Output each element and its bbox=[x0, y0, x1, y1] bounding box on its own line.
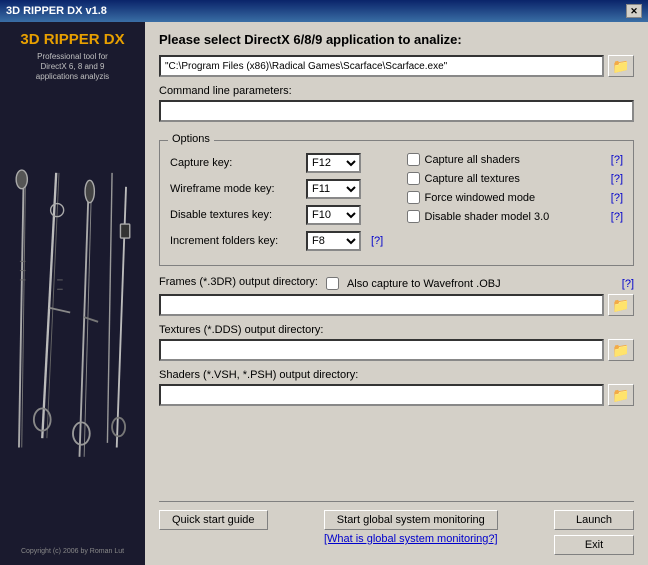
what-is-global-link[interactable]: [What is global system monitoring?] bbox=[324, 533, 498, 545]
force-windowed-row: Force windowed mode [?] bbox=[407, 191, 624, 204]
capture-key-label: Capture key: bbox=[170, 157, 300, 169]
wavefront-help[interactable]: [?] bbox=[622, 278, 634, 290]
title-bar-buttons: ✕ bbox=[626, 4, 642, 18]
disable-tex-key-select[interactable]: F10F8F9F11F12 bbox=[306, 205, 361, 225]
shaders-dir-section: Shaders (*.VSH, *.PSH) output directory:… bbox=[159, 369, 634, 406]
main-title: Please select DirectX 6/8/9 application … bbox=[159, 32, 634, 47]
right-panel: Please select DirectX 6/8/9 application … bbox=[145, 22, 648, 565]
bottom-right: Launch Exit bbox=[554, 510, 634, 555]
frames-dir-input[interactable] bbox=[159, 294, 604, 316]
frames-dir-label: Frames (*.3DR) output directory: bbox=[159, 276, 318, 288]
quick-start-button[interactable]: Quick start guide bbox=[159, 510, 268, 530]
wireframe-key-row: Wireframe mode key: F11F8F9F10F12 bbox=[170, 179, 387, 199]
bottom-bar: Quick start guide Start global system mo… bbox=[159, 501, 634, 555]
capture-shaders-help[interactable]: [?] bbox=[611, 154, 623, 166]
incr-folders-help-link[interactable]: [?] bbox=[371, 235, 383, 247]
options-checkboxes: Capture all shaders [?] Capture all text… bbox=[407, 153, 624, 257]
cmd-section: Command line parameters: bbox=[159, 85, 634, 130]
textures-dir-section: Textures (*.DDS) output directory: 📁 bbox=[159, 324, 634, 361]
capture-all-shaders-row: Capture all shaders [?] bbox=[407, 153, 624, 166]
capture-all-textures-row: Capture all textures [?] bbox=[407, 172, 624, 185]
force-windowed-help[interactable]: [?] bbox=[611, 192, 623, 204]
logo-area: 3D RIPPER DX Professional tool forDirect… bbox=[20, 32, 124, 83]
cmd-input[interactable] bbox=[159, 100, 634, 122]
close-button[interactable]: ✕ bbox=[626, 4, 642, 18]
capture-all-textures-checkbox[interactable] bbox=[407, 172, 420, 185]
options-inner: Capture key: F12F8F9F10F11 Wireframe mod… bbox=[170, 153, 623, 257]
app-path-input[interactable] bbox=[159, 55, 604, 77]
textures-dir-input-row: 📁 bbox=[159, 339, 634, 361]
global-monitor-button[interactable]: Start global system monitoring bbox=[324, 510, 498, 530]
textures-dir-label: Textures (*.DDS) output directory: bbox=[159, 324, 634, 336]
frames-dir-section: Frames (*.3DR) output directory: Also ca… bbox=[159, 276, 634, 316]
incr-folders-key-label: Increment folders key: bbox=[170, 235, 300, 247]
capture-all-shaders-label: Capture all shaders bbox=[425, 154, 520, 166]
textures-dir-input[interactable] bbox=[159, 339, 604, 361]
capture-all-textures-label: Capture all textures bbox=[425, 173, 520, 185]
cmd-label: Command line parameters: bbox=[159, 85, 634, 97]
disable-shader-model-label: Disable shader model 3.0 bbox=[425, 211, 550, 223]
disable-shader-model-checkbox[interactable] bbox=[407, 210, 420, 223]
capture-textures-help[interactable]: [?] bbox=[611, 173, 623, 185]
incr-folders-key-row: Increment folders key: F8F9F10F11F12 [?] bbox=[170, 231, 387, 251]
capture-key-select[interactable]: F12F8F9F10F11 bbox=[306, 153, 361, 173]
disable-shader-help[interactable]: [?] bbox=[611, 211, 623, 223]
shaders-dir-browse-button[interactable]: 📁 bbox=[608, 384, 634, 406]
capture-all-shaders-checkbox[interactable] bbox=[407, 153, 420, 166]
exit-button[interactable]: Exit bbox=[554, 535, 634, 555]
decorative-tools bbox=[5, 91, 140, 543]
tools-svg bbox=[5, 91, 140, 543]
app-path-row: 📁 bbox=[159, 55, 634, 77]
cmd-input-row bbox=[159, 100, 634, 122]
wireframe-key-label: Wireframe mode key: bbox=[170, 183, 300, 195]
incr-folders-key-select[interactable]: F8F9F10F11F12 bbox=[306, 231, 361, 251]
shaders-dir-input[interactable] bbox=[159, 384, 604, 406]
title-bar: 3D RIPPER DX v1.8 ✕ bbox=[0, 0, 648, 22]
wireframe-key-select[interactable]: F11F8F9F10F12 bbox=[306, 179, 361, 199]
bottom-center: Start global system monitoring [What is … bbox=[324, 510, 498, 545]
shaders-dir-input-row: 📁 bbox=[159, 384, 634, 406]
options-group: Options Capture key: F12F8F9F10F11 Wiref… bbox=[159, 140, 634, 266]
options-legend: Options bbox=[168, 133, 214, 145]
disable-tex-key-row: Disable textures key: F10F8F9F11F12 bbox=[170, 205, 387, 225]
disable-shader-model-row: Disable shader model 3.0 [?] bbox=[407, 210, 624, 223]
disable-tex-key-label: Disable textures key: bbox=[170, 209, 300, 221]
copyright-text: Copyright (c) 2006 by Roman Lut bbox=[21, 548, 124, 555]
logo-subtitle: Professional tool forDirectX 6, 8 and 9a… bbox=[20, 52, 124, 83]
frames-dir-input-row: 📁 bbox=[159, 294, 634, 316]
main-window: 3D RIPPER DX Professional tool forDirect… bbox=[0, 22, 648, 565]
force-windowed-label: Force windowed mode bbox=[425, 192, 536, 204]
also-capture-wavefront-label: Also capture to Wavefront .OBJ bbox=[347, 278, 501, 290]
app-path-browse-button[interactable]: 📁 bbox=[608, 55, 634, 77]
force-windowed-checkbox[interactable] bbox=[407, 191, 420, 204]
shaders-dir-label: Shaders (*.VSH, *.PSH) output directory: bbox=[159, 369, 634, 381]
frames-dir-browse-button[interactable]: 📁 bbox=[608, 294, 634, 316]
logo-title: 3D RIPPER DX bbox=[20, 32, 124, 49]
window-title: 3D RIPPER DX v1.8 bbox=[6, 5, 107, 17]
bottom-left: Quick start guide bbox=[159, 510, 268, 530]
capture-key-row: Capture key: F12F8F9F10F11 bbox=[170, 153, 387, 173]
textures-dir-browse-button[interactable]: 📁 bbox=[608, 339, 634, 361]
options-keys: Capture key: F12F8F9F10F11 Wireframe mod… bbox=[170, 153, 387, 257]
left-panel: 3D RIPPER DX Professional tool forDirect… bbox=[0, 22, 145, 565]
launch-button[interactable]: Launch bbox=[554, 510, 634, 530]
also-capture-wavefront-checkbox[interactable] bbox=[326, 277, 339, 290]
